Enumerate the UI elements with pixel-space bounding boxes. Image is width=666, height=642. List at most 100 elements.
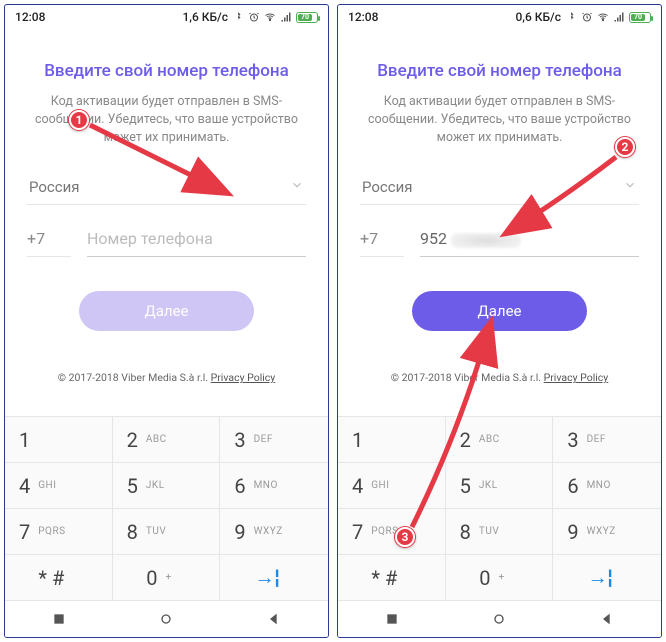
keypad-7[interactable]: 7 PQRS <box>5 509 113 555</box>
nav-home-icon[interactable] <box>158 611 174 627</box>
keypad-4[interactable]: 4 GHI <box>5 463 113 509</box>
battery-icon: 70 <box>296 12 318 23</box>
keypad-digit: 8 <box>127 520 138 544</box>
copyright-text: © 2017-2018 Viber Media S.à r.l. <box>58 371 211 384</box>
keypad-sym[interactable]: * # <box>338 555 446 601</box>
numeric-keypad: 1 2 ABC 3 DEF 4 GHI <box>338 416 661 601</box>
status-bar: 12:08 1,6 КБ/с 70 <box>5 5 328 29</box>
next-button[interactable]: Далее <box>412 291 587 331</box>
battery-level: 70 <box>631 14 645 21</box>
screen-2: 12:08 0,6 КБ/с 70 Введите свой номер тел… <box>337 4 662 638</box>
annotation-marker-2: 2 <box>615 137 635 157</box>
keypad-9[interactable]: 9 WXYZ <box>220 509 328 555</box>
battery-level: 70 <box>298 14 312 21</box>
keypad-5[interactable]: 5 JKL <box>446 463 554 509</box>
keypad-3[interactable]: 3 DEF <box>553 417 661 463</box>
keypad-sub: GHI <box>371 480 389 491</box>
keypad-sub: TUV <box>146 526 166 537</box>
keypad-sub: MNO <box>254 480 278 491</box>
country-label: Россия <box>29 178 80 196</box>
status-time: 12:08 <box>15 10 45 24</box>
status-bar: 12:08 0,6 КБ/с 70 <box>338 5 661 29</box>
phone-value: 952 <box>420 229 447 248</box>
privacy-policy-link[interactable]: Privacy Policy <box>544 371 609 384</box>
privacy-policy-link[interactable]: Privacy Policy <box>211 371 276 384</box>
phone-input[interactable]: Номер телефона <box>87 227 306 257</box>
keypad-digit: 2 <box>127 428 138 452</box>
keypad-digit: 0 <box>479 566 490 590</box>
keypad-6[interactable]: 6 MNO <box>553 463 661 509</box>
signal-icon <box>280 11 292 23</box>
content-area: Введите свой номер телефона Код активаци… <box>338 29 661 402</box>
screen-1: 12:08 1,6 КБ/с 70 Введите свой номер тел… <box>4 4 329 638</box>
nav-back-icon[interactable] <box>599 611 615 627</box>
keypad-7[interactable]: 7 PQRS <box>338 509 446 555</box>
page-title: Введите свой номер телефона <box>27 61 306 81</box>
keypad-digit: 3 <box>234 428 245 452</box>
wifi-icon <box>597 11 609 23</box>
nav-back-icon[interactable] <box>266 611 282 627</box>
phone-input[interactable]: 952 <box>420 227 639 257</box>
keypad-8[interactable]: 8 TUV <box>446 509 554 555</box>
keypad-sub: WXYZ <box>254 526 283 537</box>
phone-row: +7 Номер телефона <box>27 227 306 263</box>
android-nav-bar <box>338 601 661 637</box>
phone-value-redacted <box>451 233 521 248</box>
country-selector[interactable]: Россия <box>27 171 306 205</box>
keypad-digit: 7 <box>19 520 30 544</box>
keypad-sub: + <box>166 572 172 583</box>
keypad-2[interactable]: 2 ABC <box>113 417 221 463</box>
keypad-sub: + <box>499 572 505 583</box>
keypad-sub: GHI <box>38 480 56 491</box>
page-title: Введите свой номер телефона <box>360 61 639 81</box>
keypad-digit: 5 <box>127 474 138 498</box>
keypad-5[interactable]: 5 JKL <box>113 463 221 509</box>
keypad-sym[interactable]: * # <box>5 555 113 601</box>
keypad-2[interactable]: 2 ABC <box>446 417 554 463</box>
enter-icon: →¦ <box>588 565 613 590</box>
nav-recent-icon[interactable] <box>51 611 67 627</box>
keypad-0[interactable]: 0 + <box>446 555 554 601</box>
country-code[interactable]: +7 <box>360 227 404 257</box>
keypad-digit: 8 <box>460 520 471 544</box>
content-area: Введите свой номер телефона Код активаци… <box>5 29 328 402</box>
next-button-label: Далее <box>477 302 521 320</box>
bluetooth-icon <box>232 11 244 23</box>
keypad-sub: PQRS <box>38 526 65 537</box>
nav-home-icon[interactable] <box>491 611 507 627</box>
keypad-sub: MNO <box>587 480 611 491</box>
country-label: Россия <box>362 178 413 196</box>
keypad-sub: JKL <box>146 480 165 491</box>
keypad-1[interactable]: 1 <box>5 417 113 463</box>
keypad-digit: 0 <box>146 566 157 590</box>
keypad-digit: 4 <box>19 474 30 498</box>
keypad-go[interactable]: →¦ <box>220 555 328 601</box>
keypad-sub: DEF <box>254 434 273 445</box>
keypad-digit: 7 <box>352 520 363 544</box>
keypad-1[interactable]: 1 <box>338 417 446 463</box>
keypad-sub: ABC <box>479 434 500 445</box>
keypad-digit: 9 <box>567 520 578 544</box>
next-button-label: Далее <box>144 302 188 320</box>
keypad-6[interactable]: 6 MNO <box>220 463 328 509</box>
keypad-sub: WXYZ <box>587 526 616 537</box>
keypad-8[interactable]: 8 TUV <box>113 509 221 555</box>
status-net-speed: 0,6 КБ/с <box>515 10 561 24</box>
chevron-down-icon <box>290 177 304 196</box>
keypad-9[interactable]: 9 WXYZ <box>553 509 661 555</box>
country-code[interactable]: +7 <box>27 227 71 257</box>
bluetooth-icon <box>565 11 577 23</box>
legal-text: © 2017-2018 Viber Media S.à r.l. Privacy… <box>27 371 306 384</box>
keypad-digit: * # <box>371 566 397 590</box>
keypad-0[interactable]: 0 + <box>113 555 221 601</box>
country-selector[interactable]: Россия <box>360 171 639 205</box>
legal-text: © 2017-2018 Viber Media S.à r.l. Privacy… <box>360 371 639 384</box>
keypad-go[interactable]: →¦ <box>553 555 661 601</box>
annotation-marker-1: 1 <box>69 110 89 130</box>
keypad-4[interactable]: 4 GHI <box>338 463 446 509</box>
android-nav-bar <box>5 601 328 637</box>
keypad-sub: ABC <box>146 434 167 445</box>
keypad-sub: TUV <box>479 526 499 537</box>
keypad-3[interactable]: 3 DEF <box>220 417 328 463</box>
nav-recent-icon[interactable] <box>384 611 400 627</box>
